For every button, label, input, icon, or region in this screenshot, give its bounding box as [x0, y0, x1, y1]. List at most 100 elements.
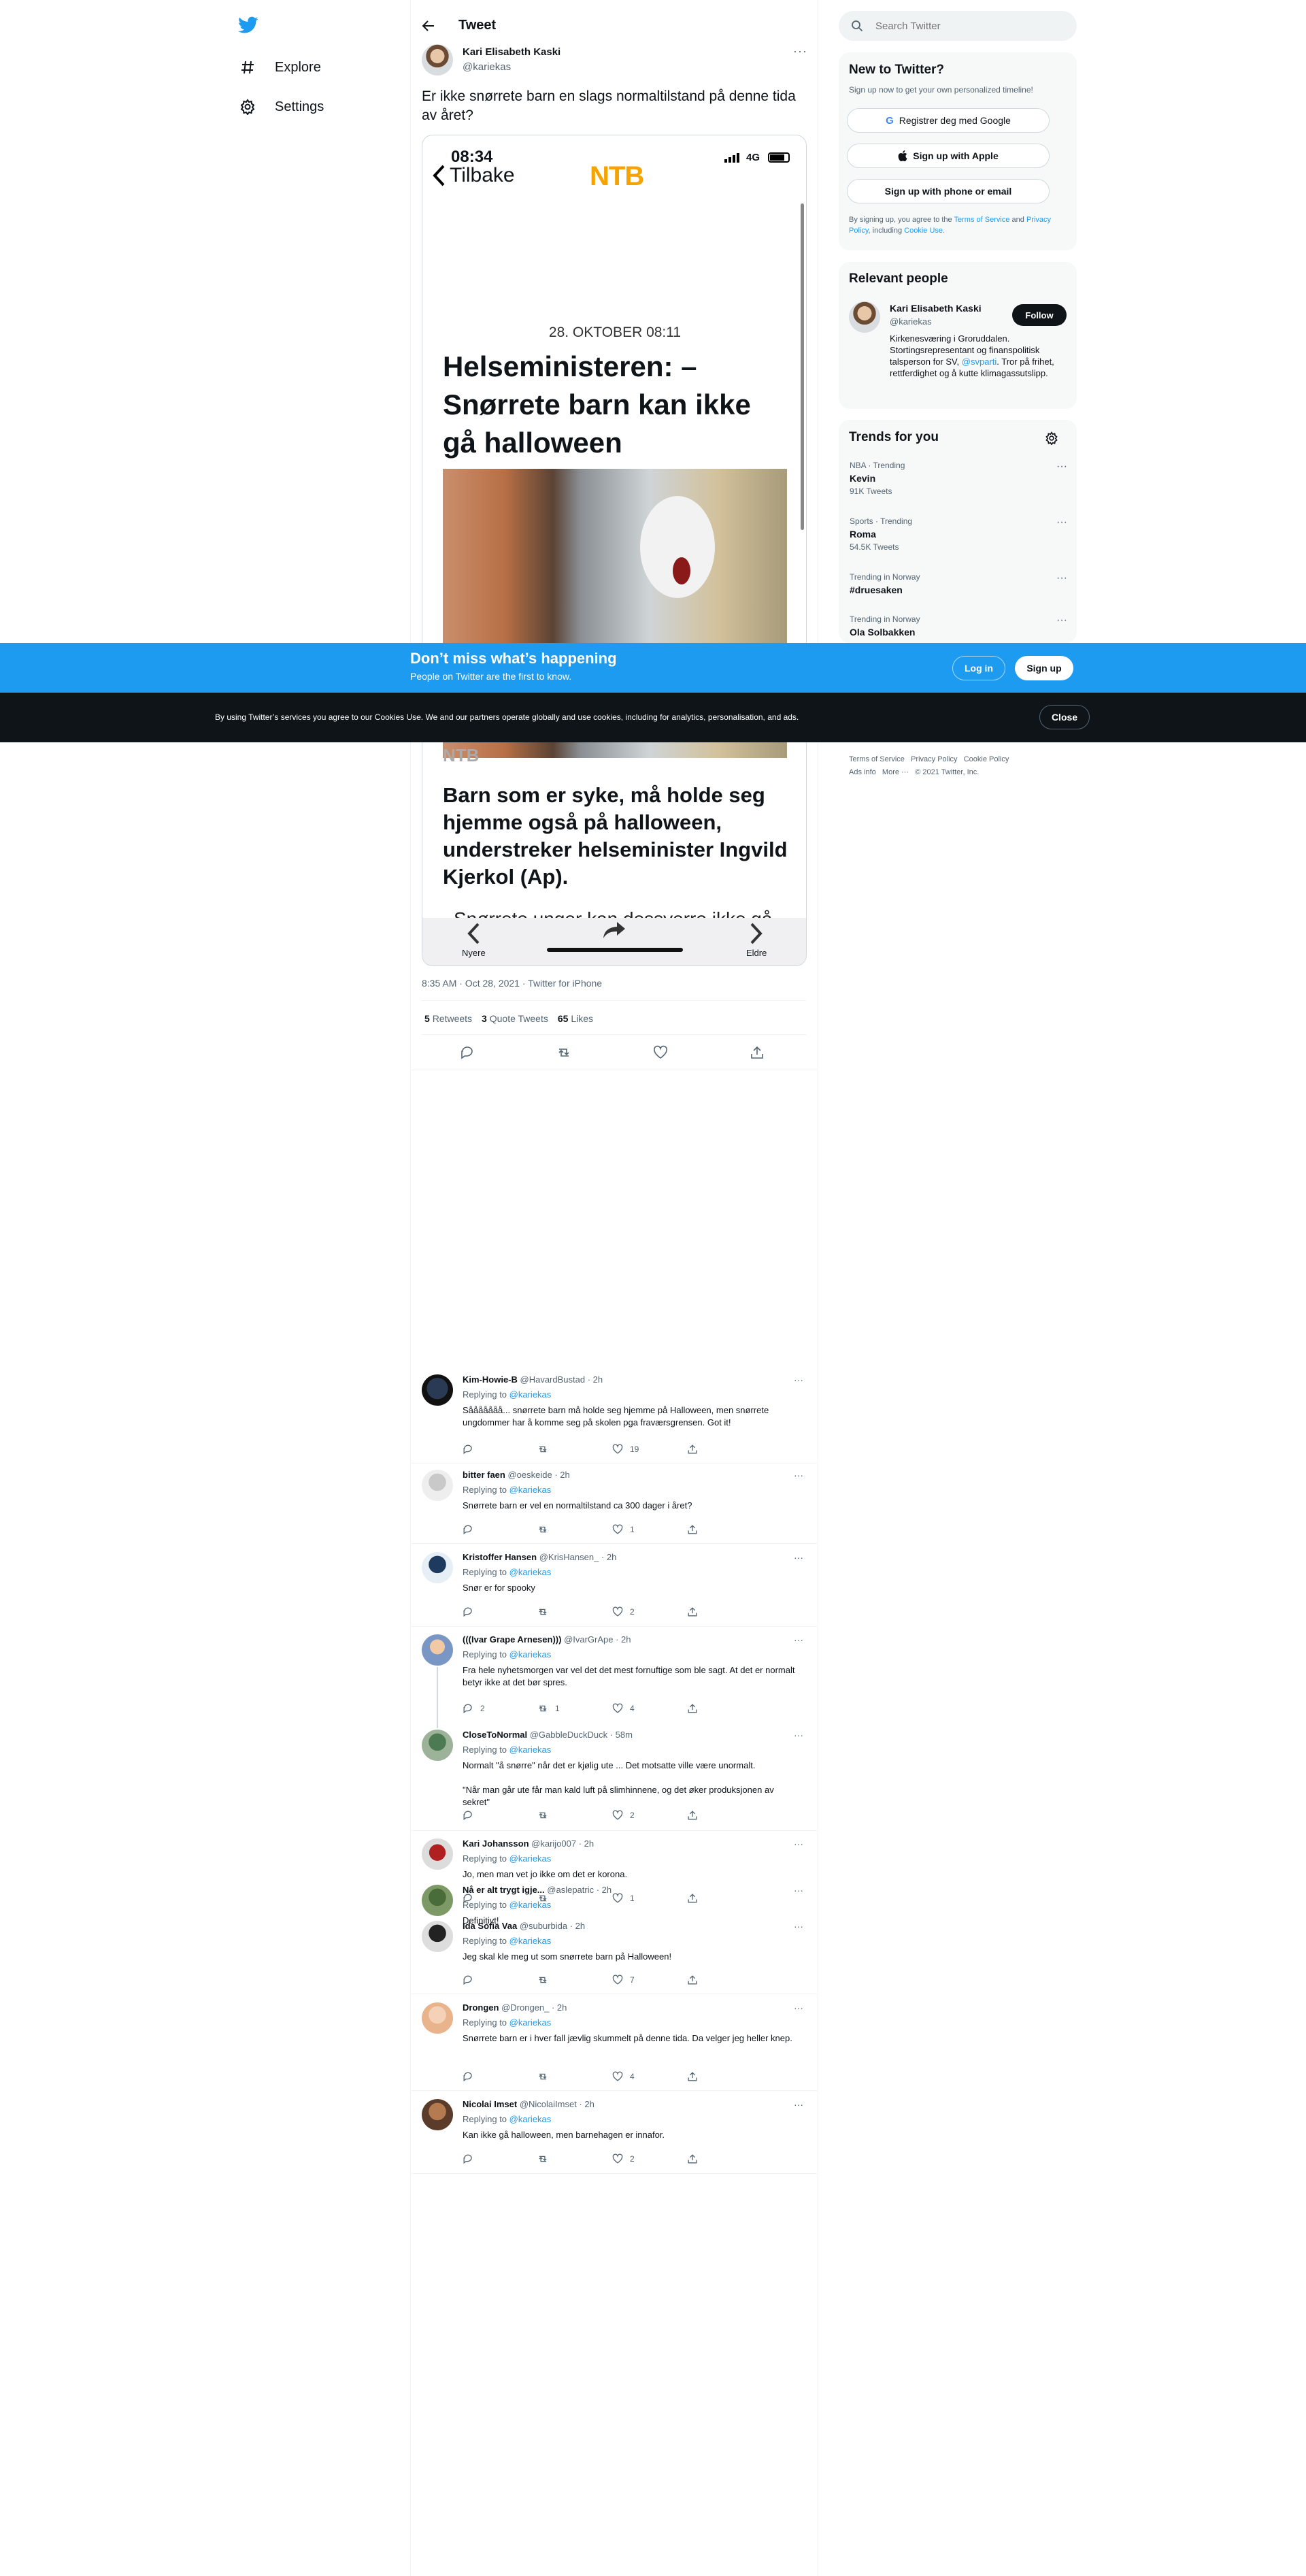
reply-button[interactable] [463, 1524, 537, 1535]
google-signup-button[interactable]: G Registrer deg med Google [847, 108, 1050, 133]
footer-more[interactable]: More ··· [882, 768, 909, 776]
more-icon[interactable]: ··· [794, 1838, 803, 1849]
reply-author[interactable]: Kim-Howie-B @HavardBustad · 2h [463, 1374, 603, 1385]
more-icon[interactable]: ··· [794, 1730, 803, 1740]
reply-avatar[interactable] [422, 1921, 453, 1952]
reply-button[interactable] [463, 1810, 537, 1821]
more-icon[interactable]: ··· [1056, 461, 1067, 473]
reply-avatar[interactable] [422, 1730, 453, 1761]
like-button[interactable]: 4 [612, 1703, 687, 1714]
reply-avatar[interactable] [422, 1552, 453, 1583]
more-icon[interactable]: ··· [794, 1885, 803, 1896]
reply-button[interactable] [463, 1606, 537, 1617]
reply-button[interactable] [463, 2071, 537, 2082]
like-button[interactable]: 1 [612, 1524, 687, 1535]
reply-avatar[interactable] [422, 1838, 453, 1870]
nav-settings[interactable]: Settings [239, 87, 324, 127]
reply-avatar[interactable] [422, 1885, 453, 1916]
trend-item[interactable]: NBA · Trending Kevin 91K Tweets ··· [850, 461, 1067, 496]
author-handle[interactable]: @kariekas [463, 61, 511, 73]
share-button[interactable] [687, 1444, 762, 1455]
more-icon[interactable]: ··· [794, 1470, 803, 1481]
signup-button[interactable]: Sign up [1015, 656, 1073, 680]
reply-button[interactable] [463, 1975, 537, 1985]
reply-author[interactable]: Ida Sofia Vaa @suburbida · 2h [463, 1921, 585, 1931]
reply-author[interactable]: Kristoffer Hansen @KrisHansen_ · 2h [463, 1552, 616, 1562]
replying-to-link[interactable]: @kariekas [509, 2017, 552, 2028]
reply-button[interactable]: 2 [463, 1703, 537, 1714]
like-icon[interactable] [653, 1045, 668, 1060]
share-button[interactable] [687, 1703, 762, 1714]
reply-button[interactable] [463, 2153, 537, 2164]
replying-to-link[interactable]: @kariekas [509, 1853, 552, 1864]
retweet-button[interactable] [537, 1975, 612, 1985]
trend-item[interactable]: Sports · Trending Roma 54.5K Tweets ··· [850, 516, 1067, 552]
more-icon[interactable]: ··· [794, 1634, 803, 1645]
share-button[interactable] [687, 1893, 762, 1904]
person-avatar[interactable] [849, 301, 880, 333]
bio-link[interactable]: @svparti [962, 357, 997, 367]
more-icon[interactable]: ··· [794, 1552, 803, 1563]
trend-item[interactable]: Trending in Norway #druesaken ··· [850, 572, 1067, 595]
share-button[interactable] [687, 1524, 762, 1535]
more-icon[interactable]: ··· [793, 45, 807, 57]
more-icon[interactable]: ··· [1056, 572, 1067, 584]
person-name[interactable]: Kari Elisabeth Kaski [890, 303, 982, 314]
share-icon[interactable] [750, 1045, 765, 1060]
reply-avatar[interactable] [422, 1634, 453, 1666]
retweet-button[interactable] [537, 1524, 612, 1535]
share-button[interactable] [687, 1606, 762, 1617]
reply-author[interactable]: (((Ivar Grape Arnesen))) @IvarGrApe · 2h [463, 1634, 631, 1645]
replying-to-link[interactable]: @kariekas [509, 1567, 552, 1577]
search-input[interactable] [875, 20, 1052, 32]
more-icon[interactable]: ··· [1056, 614, 1067, 627]
person-handle[interactable]: @kariekas [890, 316, 932, 327]
reply-icon[interactable] [460, 1045, 475, 1060]
more-icon[interactable]: ··· [794, 2099, 803, 2110]
phone-email-signup-button[interactable]: Sign up with phone or email [847, 179, 1050, 203]
footer-terms[interactable]: Terms of Service [849, 755, 905, 763]
more-icon[interactable]: ··· [794, 1374, 803, 1385]
reply-author[interactable]: Nå er alt trygt igje... @aslepatric · 2h [463, 1885, 612, 1895]
reply-avatar[interactable] [422, 1470, 453, 1501]
retweet-button[interactable]: 1 [537, 1703, 612, 1714]
replying-to-link[interactable]: @kariekas [509, 1900, 552, 1910]
share-button[interactable] [687, 2071, 762, 2082]
likes-stat[interactable]: 65 Likes [558, 1013, 593, 1024]
reply-author[interactable]: Nicolai Imset @NicolaiImset · 2h [463, 2099, 595, 2109]
reply-avatar[interactable] [422, 2099, 453, 2130]
cookie-close-button[interactable]: Close [1039, 705, 1090, 729]
like-button[interactable]: 2 [612, 1810, 687, 1821]
back-arrow-icon[interactable] [422, 19, 435, 33]
retweet-icon[interactable] [556, 1045, 571, 1060]
nav-explore[interactable]: Explore [239, 48, 321, 87]
like-button[interactable]: 19 [612, 1444, 687, 1455]
search-bar[interactable] [839, 11, 1077, 41]
settings-gear-icon[interactable] [1045, 431, 1058, 445]
retweet-button[interactable] [537, 2153, 612, 2164]
more-icon[interactable]: ··· [794, 1921, 803, 1932]
share-button[interactable] [687, 1975, 762, 1985]
share-button[interactable] [687, 1810, 762, 1821]
footer-privacy[interactable]: Privacy Policy [911, 755, 957, 763]
trend-item[interactable]: Trending in Norway Ola Solbakken ··· [850, 614, 1067, 638]
footer-cookie[interactable]: Cookie Policy [964, 755, 1009, 763]
cookie-link[interactable]: Cookie Use. [904, 227, 945, 235]
author-avatar[interactable] [422, 44, 453, 76]
tweet-media-screenshot[interactable]: 08:34 4G Tilbake NTB 28. OKTOBER 08:11 H… [422, 135, 807, 966]
replying-to-link[interactable]: @kariekas [509, 1936, 552, 1946]
reply-avatar[interactable] [422, 1374, 453, 1406]
terms-link[interactable]: Terms of Service [954, 216, 1010, 224]
reply-author[interactable]: Kari Johansson @karijo007 · 2h [463, 1838, 594, 1849]
quotes-stat[interactable]: 3 Quote Tweets [482, 1013, 548, 1024]
like-button[interactable]: 2 [612, 1606, 687, 1617]
tweet-timestamp[interactable]: 8:35 AM · Oct 28, 2021 · Twitter for iPh… [422, 978, 602, 989]
more-icon[interactable]: ··· [1056, 516, 1067, 529]
reply-author[interactable]: Drongen @Drongen_ · 2h [463, 2002, 567, 2013]
reply-button[interactable] [463, 1444, 537, 1455]
retweet-button[interactable] [537, 2071, 612, 2082]
replying-to-link[interactable]: @kariekas [509, 1649, 552, 1659]
replying-to-link[interactable]: @kariekas [509, 1389, 552, 1400]
retweet-button[interactable] [537, 1810, 612, 1821]
twitter-logo-icon[interactable] [238, 16, 258, 34]
